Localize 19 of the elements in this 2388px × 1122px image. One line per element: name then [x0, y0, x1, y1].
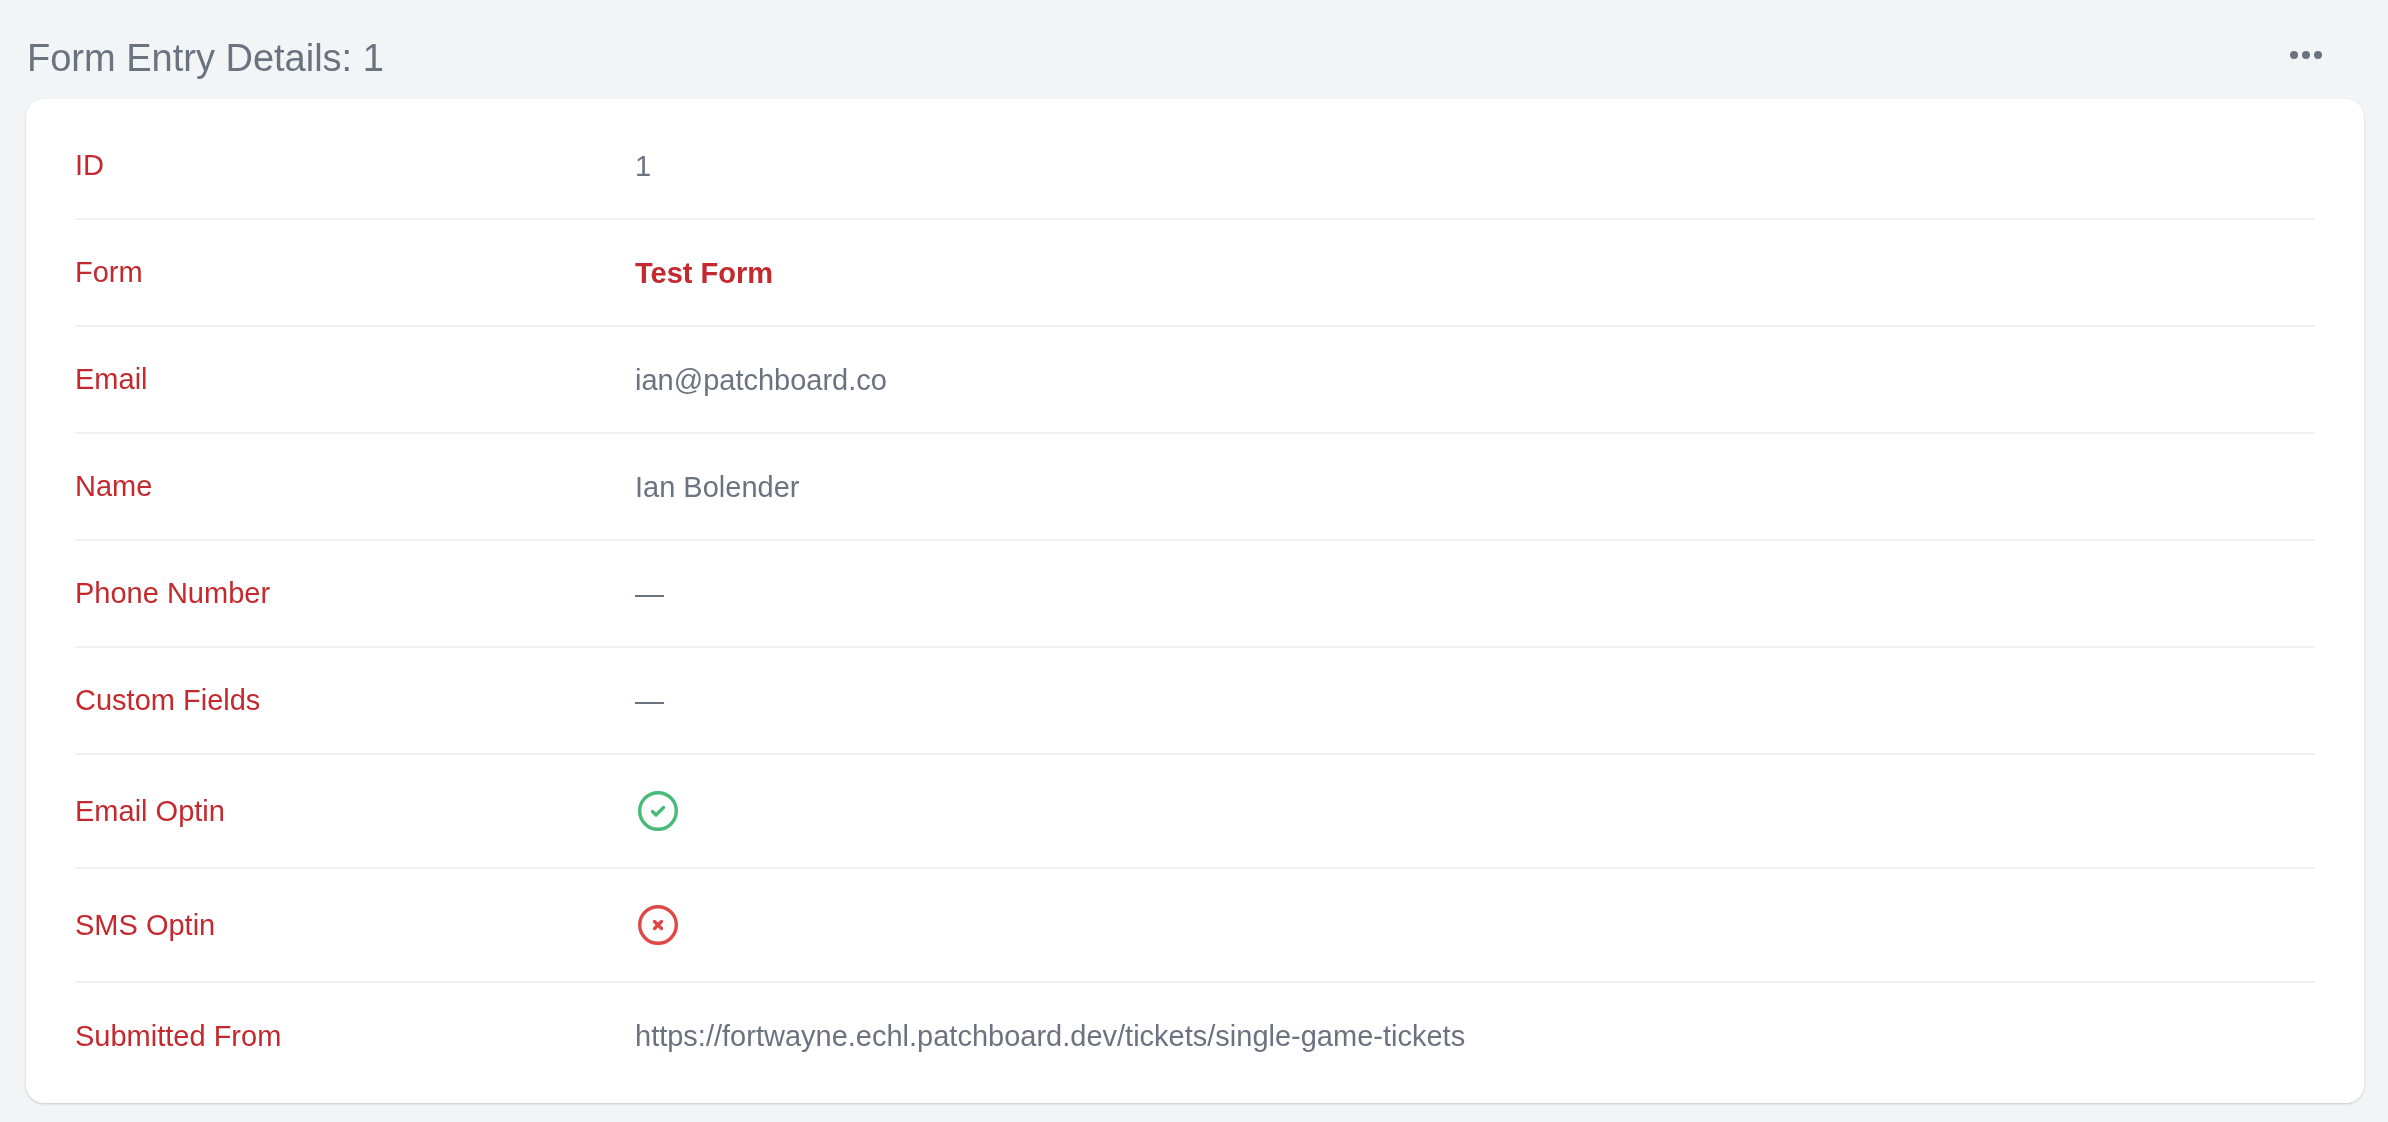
field-label: Email Optin: [75, 794, 225, 827]
field-value: ian@patchboard.co: [635, 363, 887, 396]
page-title: Form Entry Details: 1: [27, 36, 384, 80]
field-label: ID: [75, 149, 104, 181]
field-label: Custom Fields: [75, 684, 261, 716]
field-value: Ian Bolender: [635, 470, 800, 503]
field-label: Name: [75, 470, 153, 502]
field-label: Phone Number: [75, 577, 271, 609]
field-label: Submitted From: [75, 1019, 282, 1052]
field-value: —: [635, 684, 664, 717]
field-value: https://fortwayne.echl.patchboard.dev/tickets/single-game-tickets: [635, 1020, 1466, 1052]
form-link[interactable]: Test Form: [635, 256, 774, 289]
more-options-button[interactable]: [2290, 51, 2322, 59]
ellipsis-icon: [2290, 51, 2322, 59]
field-value: 1: [635, 149, 652, 182]
field-label: SMS Optin: [75, 908, 216, 941]
field-value: —: [635, 577, 664, 610]
field-label: Form: [75, 256, 143, 288]
field-label: Email: [75, 363, 148, 395]
